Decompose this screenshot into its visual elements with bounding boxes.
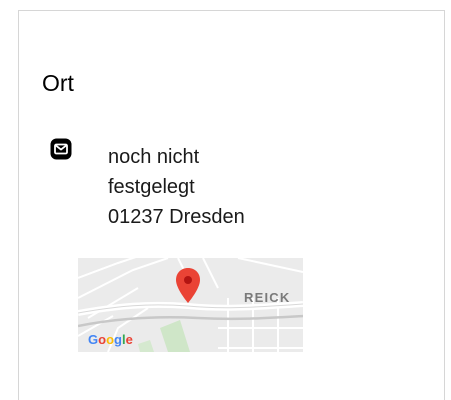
location-card: Ort noch nicht festgelegt 01237 Dresden: [18, 10, 445, 400]
map-thumbnail[interactable]: REICK Google: [78, 258, 303, 352]
map-area-label: REICK: [244, 290, 290, 305]
section-title: Ort: [42, 70, 74, 96]
address-line: festgelegt: [108, 176, 195, 198]
map-graphic: REICK Google: [78, 258, 303, 352]
mail-icon: [50, 138, 72, 160]
address-line: 01237 Dresden: [108, 206, 245, 228]
google-logo: Google: [88, 332, 133, 347]
address-line: noch nicht: [108, 146, 200, 168]
address-block: noch nicht festgelegt 01237 Dresden: [108, 142, 245, 232]
